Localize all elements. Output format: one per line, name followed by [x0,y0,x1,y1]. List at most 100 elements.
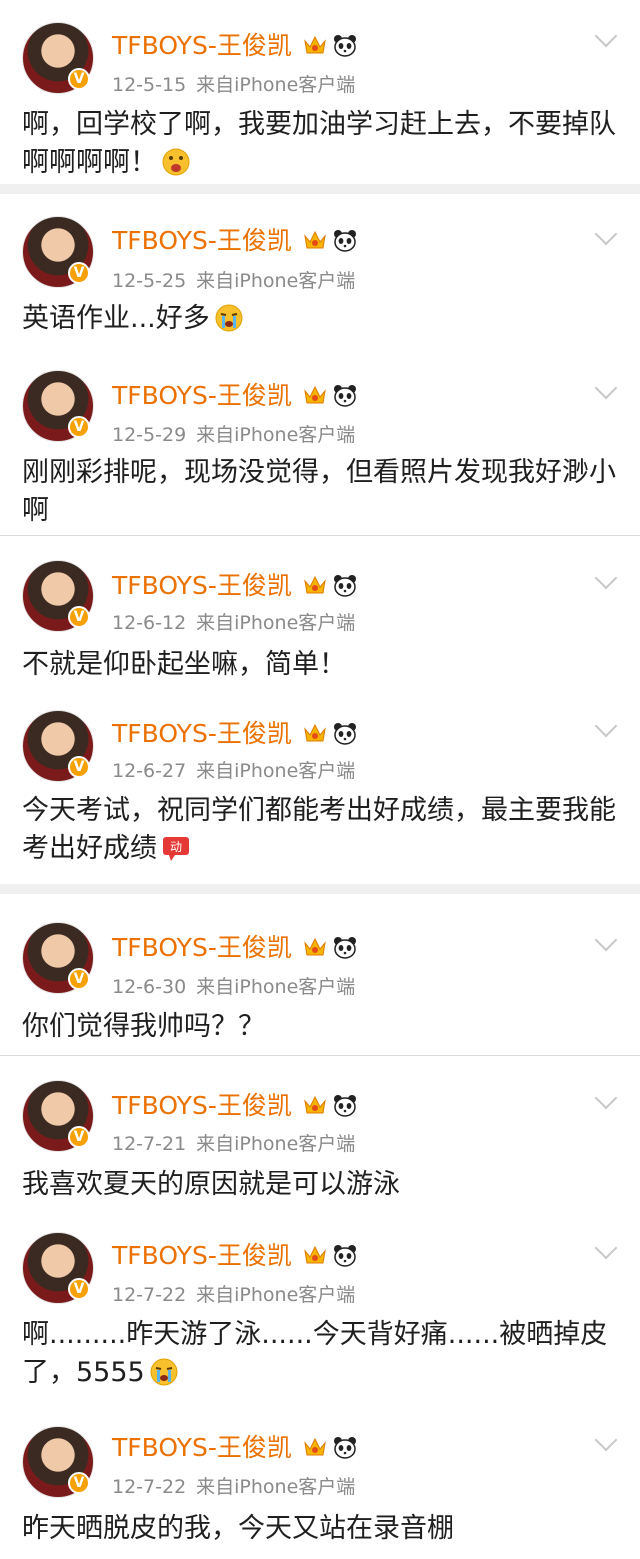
verified-badge-icon: V [68,606,90,628]
post-meta: 12-7-21 来自iPhone客户端 [112,1129,355,1156]
verified-badge-icon: V [68,1278,90,1300]
user-name-row: TFBOYS-王俊凯 [112,376,358,412]
crown-icon [304,230,326,249]
weibo-post[interactable]: V TFBOYS-王俊凯 12-5-29 来自iPhone客户端 刚刚彩排呢，现场… [0,350,640,534]
user-name-row: TFBOYS-王俊凯 [112,1428,358,1464]
user-name[interactable]: TFBOYS-王俊凯 [112,719,292,748]
verified-badge-icon: V [68,968,90,990]
post-text: 昨天晒脱皮的我，今天又站在录音棚 [22,1513,454,1544]
user-name-row: TFBOYS-王俊凯 [112,566,358,602]
chevron-down-icon[interactable] [594,714,618,738]
chevron-down-icon[interactable] [594,1236,618,1260]
divider [0,535,640,536]
crying-face-icon [215,304,243,332]
chevron-down-icon[interactable] [594,222,618,246]
crying-face-icon [150,1358,178,1386]
svg-text:动: 动 [170,840,182,854]
post-meta: 12-7-22 来自iPhone客户端 [112,1472,355,1499]
weibo-post[interactable]: V TFBOYS-王俊凯 12-5-25 来自iPhone客户端 英语作业...好… [0,196,640,356]
post-source: 来自iPhone客户端 [196,1133,356,1155]
post-source: 来自iPhone客户端 [196,760,356,782]
post-date: 12-5-29 [112,424,187,446]
crown-icon [304,1095,326,1114]
post-date: 12-7-21 [112,1133,187,1155]
post-text-block: 今天考试，祝同学们都能考出好成绩，最主要我能考出好成绩动 [22,792,618,868]
user-name[interactable]: TFBOYS-王俊凯 [112,31,292,60]
weibo-post[interactable]: V TFBOYS-王俊凯 12-7-22 来自iPhone客户端 昨天晒脱皮的我，… [0,1404,640,1559]
weibo-post[interactable]: V TFBOYS-王俊凯 12-6-30 来自iPhone客户端 你们觉得我帅吗？… [0,896,640,1054]
user-name-row: TFBOYS-王俊凯 [112,714,358,750]
post-text: 刚刚彩排呢，现场没觉得，但看照片发现我好渺小啊 [22,457,616,526]
crown-icon [304,1245,326,1264]
post-date: 12-6-30 [112,976,187,998]
post-source: 来自iPhone客户端 [196,976,356,998]
chevron-down-icon[interactable] [594,1428,618,1452]
user-name[interactable]: TFBOYS-王俊凯 [112,381,292,410]
panda-icon [333,1095,356,1117]
section-divider [0,184,640,194]
weibo-post[interactable]: V TFBOYS-王俊凯 12-6-12 来自iPhone客户端 不就是仰卧起坐嘛… [0,540,640,692]
post-date: 12-7-22 [112,1284,187,1306]
crown-icon [304,385,326,404]
verified-badge-icon: V [68,416,90,438]
panda-icon [333,1245,356,1267]
user-name[interactable]: TFBOYS-王俊凯 [112,1241,292,1270]
verified-badge-icon: V [68,1126,90,1148]
panda-icon [333,575,356,597]
crown-icon [304,575,326,594]
post-meta: 12-6-30 来自iPhone客户端 [112,972,355,999]
verified-badge-icon: V [68,1472,90,1494]
chevron-down-icon[interactable] [594,376,618,400]
chevron-down-icon[interactable] [594,928,618,952]
post-text-block: 我喜欢夏天的原因就是可以游泳 [22,1166,618,1204]
post-text-block: 啊，回学校了啊，我要加油学习赶上去，不要掉队啊啊啊啊！ [22,106,618,182]
post-source: 来自iPhone客户端 [196,424,356,446]
chevron-down-icon[interactable] [594,1086,618,1110]
post-meta: 12-5-25 来自iPhone客户端 [112,266,355,293]
weibo-post[interactable]: V TFBOYS-王俊凯 12-7-21 来自iPhone客户端 我喜欢夏天的原因… [0,1060,640,1212]
user-name[interactable]: TFBOYS-王俊凯 [112,1433,292,1462]
post-text-block: 啊.........昨天游了泳......今天背好痛......被晒掉皮了，55… [22,1316,618,1392]
post-text-block: 英语作业...好多 [22,300,618,338]
user-name[interactable]: TFBOYS-王俊凯 [112,226,292,255]
weibo-post[interactable]: V TFBOYS-王俊凯 12-6-27 来自iPhone客户端 今天考试，祝同学… [0,690,640,880]
post-text: 英语作业...好多 [22,303,210,334]
post-text-block: 昨天晒脱皮的我，今天又站在录音棚 [22,1510,618,1548]
user-name-row: TFBOYS-王俊凯 [112,928,358,964]
post-text-block: 你们觉得我帅吗？？ [22,1008,618,1046]
panda-icon [333,1437,356,1459]
post-date: 12-7-22 [112,1476,187,1498]
panda-icon [333,230,356,252]
post-date: 12-5-15 [112,74,187,96]
post-source: 来自iPhone客户端 [196,612,356,634]
verified-badge-icon: V [68,262,90,284]
panda-icon [333,385,356,407]
post-source: 来自iPhone客户端 [196,74,356,96]
user-name[interactable]: TFBOYS-王俊凯 [112,1091,292,1120]
post-meta: 12-5-29 来自iPhone客户端 [112,420,355,447]
chevron-down-icon[interactable] [594,24,618,48]
post-source: 来自iPhone客户端 [196,270,356,292]
chevron-down-icon[interactable] [594,566,618,590]
user-name-row: TFBOYS-王俊凯 [112,1086,358,1122]
crown-icon [304,35,326,54]
post-text: 不就是仰卧起坐嘛，简单！ [22,649,346,680]
section-divider [0,884,640,894]
scream-face-icon [162,148,190,176]
user-name-row: TFBOYS-王俊凯 [112,221,358,257]
post-text: 我喜欢夏天的原因就是可以游泳 [22,1169,400,1200]
panda-icon [333,35,356,57]
user-name[interactable]: TFBOYS-王俊凯 [112,933,292,962]
post-source: 来自iPhone客户端 [196,1284,356,1306]
post-text: 啊，回学校了啊，我要加油学习赶上去，不要掉队啊啊啊啊！ [22,109,616,178]
weibo-post[interactable]: V TFBOYS-王俊凯 12-5-15 来自iPhone客户端 啊，回学校了啊，… [0,0,640,180]
post-meta: 12-5-15 来自iPhone客户端 [112,70,355,97]
weibo-post[interactable]: V TFBOYS-王俊凯 12-7-22 来自iPhone客户端 啊.......… [0,1212,640,1402]
post-text-block: 刚刚彩排呢，现场没觉得，但看照片发现我好渺小啊 [22,454,618,530]
crown-icon [304,1437,326,1456]
post-text: 今天考试，祝同学们都能考出好成绩，最主要我能考出好成绩 [22,795,616,864]
post-meta: 12-7-22 来自iPhone客户端 [112,1280,355,1307]
verified-badge-icon: V [68,68,90,90]
post-date: 12-5-25 [112,270,187,292]
user-name[interactable]: TFBOYS-王俊凯 [112,571,292,600]
